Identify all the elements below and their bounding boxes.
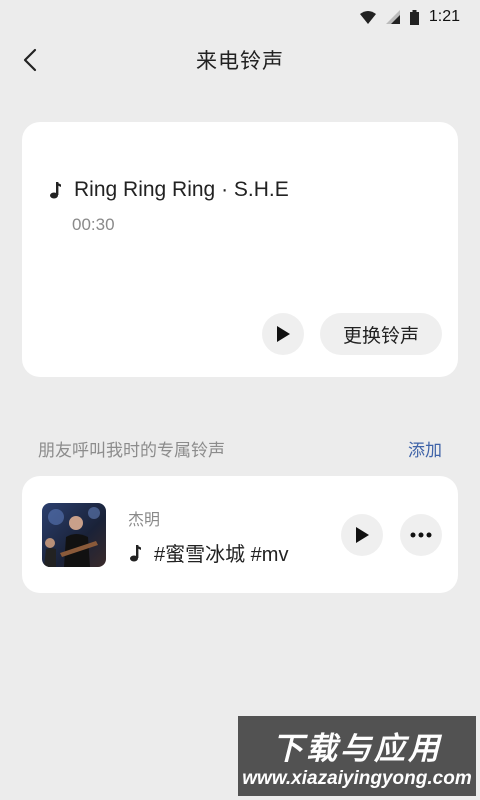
play-icon: [356, 527, 369, 543]
music-note-icon: [48, 181, 64, 199]
play-current-button[interactable]: [262, 313, 304, 355]
back-button[interactable]: [16, 46, 44, 74]
current-song-row: Ring Ring Ring · S.H.E: [48, 178, 289, 202]
chevron-left-icon: [23, 48, 37, 72]
current-song-title: Ring Ring Ring · S.H.E: [74, 178, 289, 201]
more-dots-icon: [410, 532, 432, 538]
contact-song-title: #蜜雪冰城 #mv: [154, 544, 289, 566]
current-ringtone-card: Ring Ring Ring · S.H.E 00:30 更换铃声: [22, 122, 458, 377]
play-contact-button[interactable]: [341, 514, 383, 556]
contact-ringtone-card[interactable]: 杰明 #蜜雪冰城 #mv: [22, 476, 458, 593]
contact-song-row: #蜜雪冰城 #mv: [128, 538, 288, 567]
current-song-duration: 00:30: [72, 215, 115, 234]
contacts-section-label: 朋友呼叫我时的专属铃声: [38, 441, 225, 461]
music-note-icon: [128, 544, 144, 562]
watermark: 下载与应用 www.xiazaiyingyong.com: [238, 716, 476, 796]
battery-icon: [409, 9, 419, 25]
change-ringtone-button[interactable]: 更换铃声: [320, 313, 442, 355]
watermark-cn: 下载与应用: [272, 730, 442, 767]
page-title: 来电铃声: [196, 49, 284, 73]
play-icon: [277, 326, 290, 342]
more-options-button[interactable]: [400, 514, 442, 556]
status-bar: 1:21: [0, 0, 480, 34]
status-time: 1:21: [428, 8, 460, 25]
cellular-signal-icon: [385, 10, 400, 24]
wifi-icon: [359, 10, 376, 24]
avatar: [42, 503, 106, 567]
contact-name: 杰明: [128, 510, 161, 529]
watermark-en: www.xiazaiyingyong.com: [242, 767, 472, 789]
add-contact-ringtone-link[interactable]: 添加: [408, 436, 442, 461]
header: 来电铃声: [0, 34, 480, 86]
